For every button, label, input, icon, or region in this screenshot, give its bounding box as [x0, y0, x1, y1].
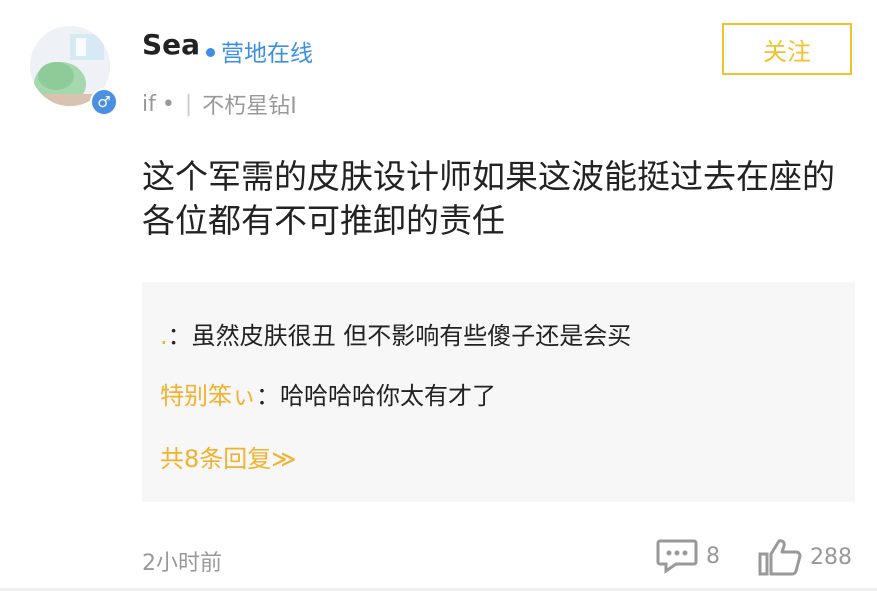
online-status-text: 营地在线: [221, 41, 313, 67]
reply-author[interactable]: .: [160, 322, 168, 350]
online-status: 营地在线: [206, 34, 313, 68]
online-dot-icon: [206, 48, 215, 57]
meta-tag: if: [142, 91, 156, 117]
like-button[interactable]: 288: [758, 538, 852, 576]
meta-separator: |: [184, 91, 193, 117]
comment-icon: [656, 539, 698, 574]
reply-colon: ：: [256, 382, 280, 410]
reply-item[interactable]: .：虽然皮肤很丑 但不影响有些傻子还是会买: [160, 316, 631, 351]
comment-button[interactable]: 8: [656, 538, 720, 574]
replies-box[interactable]: .：虽然皮肤很丑 但不影响有些傻子还是会买 特别笨ぃ：哈哈哈哈你太有才了 共8条…: [142, 282, 855, 502]
more-replies-link[interactable]: 共8条回复≫: [160, 439, 296, 474]
male-gender-icon: ♂: [90, 88, 118, 116]
reply-text: 哈哈哈哈你太有才了: [280, 382, 496, 410]
comment-count: 8: [706, 543, 720, 569]
reply-item[interactable]: 特别笨ぃ：哈哈哈哈你太有才了: [160, 376, 496, 411]
thumbs-up-icon: [758, 539, 802, 576]
like-count: 288: [810, 544, 852, 570]
post-content: 这个军需的皮肤设计师如果这波能挺过去在座的各位都有不可推卸的责任: [142, 157, 835, 240]
follow-button[interactable]: 关注: [722, 23, 852, 75]
reply-colon: ：: [167, 322, 192, 350]
user-meta: if • | 不朽星钻I: [142, 88, 297, 120]
username[interactable]: Sea: [142, 28, 200, 61]
post-time: 2小时前: [142, 551, 222, 576]
meta-dot: •: [161, 91, 175, 117]
rank-label: 不朽星钻I: [202, 94, 297, 119]
reply-text: 虽然皮肤很丑 但不影响有些傻子还是会买: [191, 322, 632, 350]
reply-author[interactable]: 特别笨ぃ: [160, 382, 256, 410]
